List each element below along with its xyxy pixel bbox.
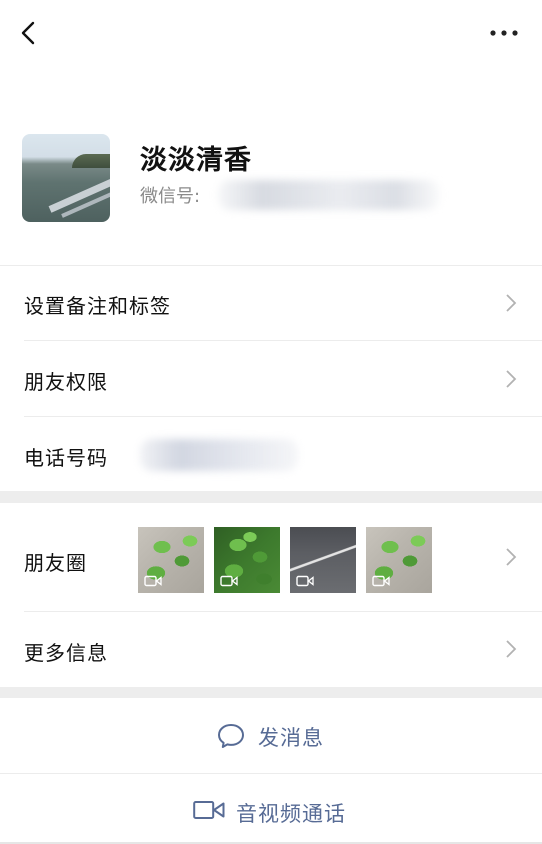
chevron-right-icon	[506, 294, 517, 312]
chevron-right-icon	[506, 370, 517, 388]
contact-profile-page: 淡淡清香 微信号: 设置备注和标签 朋友权限 电话号码 朋友圈 更多信息 发消息…	[0, 0, 542, 844]
video-icon	[144, 575, 162, 587]
row-phone-number[interactable]: 电话号码	[0, 417, 542, 491]
moments-thumbnail	[138, 527, 204, 593]
row-friend-permissions[interactable]: 朋友权限	[0, 341, 542, 416]
video-icon	[220, 575, 238, 587]
section-gap	[0, 491, 542, 503]
chevron-right-icon	[506, 548, 517, 566]
wechat-id-label: 微信号:	[140, 186, 201, 207]
send-message-button[interactable]: 发消息	[0, 698, 542, 773]
row-more-info[interactable]: 更多信息	[0, 612, 542, 687]
send-message-label: 发消息	[258, 726, 324, 750]
nav-bar	[0, 0, 542, 66]
remark-tags-label: 设置备注和标签	[24, 294, 171, 318]
avatar[interactable]	[22, 134, 110, 222]
avatar-shore	[72, 154, 110, 168]
video-call-label: 音视频通话	[236, 802, 346, 826]
back-icon[interactable]	[14, 18, 42, 48]
wechat-id-redacted	[218, 180, 440, 210]
contact-name: 淡淡清香	[140, 145, 252, 176]
video-icon	[296, 575, 314, 587]
moments-thumbnail	[214, 527, 280, 593]
profile-header: 淡淡清香 微信号:	[0, 120, 542, 240]
friend-permissions-label: 朋友权限	[24, 370, 108, 394]
more-icon[interactable]	[486, 26, 522, 40]
phone-label: 电话号码	[24, 446, 108, 470]
section-gap	[0, 687, 542, 698]
more-info-label: 更多信息	[24, 641, 108, 665]
row-remark-tags[interactable]: 设置备注和标签	[0, 266, 542, 340]
moments-thumbnail	[366, 527, 432, 593]
video-call-button[interactable]: 音视频通话	[0, 774, 542, 842]
moments-label: 朋友圈	[24, 551, 87, 575]
moments-thumbnail	[290, 527, 356, 593]
video-icon	[372, 575, 390, 587]
video-camera-icon	[193, 801, 225, 819]
row-moments[interactable]: 朋友圈	[0, 503, 542, 611]
phone-number-redacted	[140, 439, 298, 471]
chat-bubble-icon	[218, 724, 244, 748]
chevron-right-icon	[506, 640, 517, 658]
